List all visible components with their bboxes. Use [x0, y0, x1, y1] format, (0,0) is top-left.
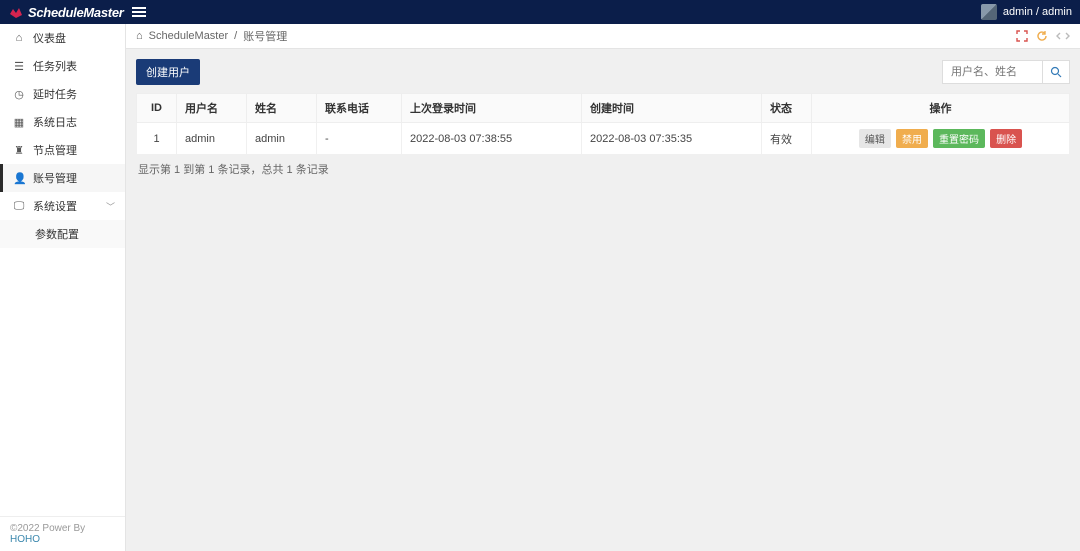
cell-id: 1	[137, 123, 177, 155]
brand-label: ScheduleMaster	[28, 5, 124, 20]
sidebar: ⌂ 仪表盘 ☰ 任务列表 ◷ 延时任务 ▦ 系统日志 ♜ 节点管理 👤 账号管理	[0, 24, 126, 551]
sidebar-item-label: 仪表盘	[33, 30, 66, 46]
brand[interactable]: ScheduleMaster	[8, 5, 124, 20]
sidebar-item-delayed[interactable]: ◷ 延时任务	[0, 80, 125, 108]
menu-toggle-icon[interactable]	[132, 7, 146, 17]
topbar: ScheduleMaster admin / admin	[0, 0, 1080, 24]
side-nav: ⌂ 仪表盘 ☰ 任务列表 ◷ 延时任务 ▦ 系统日志 ♜ 节点管理 👤 账号管理	[0, 24, 125, 516]
search-icon	[1050, 66, 1062, 78]
sidebar-item-settings[interactable]: 🖵 系统设置 ﹀	[0, 192, 125, 220]
content: 创建用户 ID 用户名 姓名 联系电话 上次登录时间 创建	[126, 49, 1080, 551]
toolbar: 创建用户	[136, 59, 1070, 85]
cell-lastlogin: 2022-08-03 07:38:55	[402, 123, 582, 155]
th-status: 状态	[762, 94, 812, 123]
refresh-icon[interactable]	[1036, 30, 1048, 42]
user-display[interactable]: admin / admin	[1003, 6, 1072, 18]
breadcrumb-current: 账号管理	[243, 28, 287, 44]
avatar[interactable]	[981, 4, 997, 20]
expand-icon[interactable]	[1056, 30, 1070, 42]
cell-phone: -	[317, 123, 402, 155]
chevron-down-icon: ﹀	[106, 200, 115, 213]
user-icon: 👤	[13, 172, 25, 185]
sidebar-item-accounts[interactable]: 👤 账号管理	[0, 164, 125, 192]
sidebar-item-label: 系统设置	[33, 198, 77, 214]
th-actions: 操作	[812, 94, 1070, 123]
table-header-row: ID 用户名 姓名 联系电话 上次登录时间 创建时间 状态 操作	[137, 94, 1070, 123]
list-icon: ☰	[13, 60, 25, 73]
delete-button[interactable]: 删除	[990, 129, 1022, 148]
th-created: 创建时间	[582, 94, 762, 123]
sidebar-item-label: 节点管理	[33, 142, 77, 158]
sidebar-item-label: 账号管理	[33, 170, 77, 186]
fullscreen-icon[interactable]	[1016, 30, 1028, 42]
disable-button[interactable]: 禁用	[896, 129, 928, 148]
topbar-right: admin / admin	[981, 4, 1072, 20]
nodes-icon: ♜	[13, 144, 25, 157]
th-id: ID	[137, 94, 177, 123]
search-input[interactable]	[942, 60, 1042, 84]
home-icon[interactable]: ⌂	[136, 30, 143, 42]
th-username: 用户名	[177, 94, 247, 123]
th-realname: 姓名	[247, 94, 317, 123]
search-button[interactable]	[1042, 60, 1070, 84]
main: ⌂ ScheduleMaster / 账号管理 创建用户	[126, 24, 1080, 551]
breadcrumb-root[interactable]: ScheduleMaster	[149, 30, 229, 42]
create-user-button[interactable]: 创建用户	[136, 59, 200, 85]
home-icon: ⌂	[13, 32, 25, 44]
cell-realname: admin	[247, 123, 317, 155]
cell-username: admin	[177, 123, 247, 155]
th-phone: 联系电话	[317, 94, 402, 123]
sidebar-item-nodes[interactable]: ♜ 节点管理	[0, 136, 125, 164]
cell-actions: 编辑 禁用 重置密码 删除	[812, 123, 1070, 155]
sidebar-item-dashboard[interactable]: ⌂ 仪表盘	[0, 24, 125, 52]
users-table: ID 用户名 姓名 联系电话 上次登录时间 创建时间 状态 操作 1 admin	[136, 93, 1070, 155]
table-row: 1 admin admin - 2022-08-03 07:38:55 2022…	[137, 123, 1070, 155]
monitor-icon: 🖵	[13, 200, 25, 213]
footer-prefix: ©2022 Power By	[10, 523, 85, 534]
sidebar-item-label: 延时任务	[33, 86, 77, 102]
reset-password-button[interactable]: 重置密码	[933, 129, 985, 148]
topbar-left: ScheduleMaster	[8, 5, 146, 20]
table-summary: 显示第 1 到第 1 条记录，总共 1 条记录	[136, 155, 1070, 183]
sidebar-subitem-label: 参数配置	[35, 229, 79, 241]
sidebar-footer: ©2022 Power By HOHO	[0, 516, 125, 551]
sidebar-item-tasks[interactable]: ☰ 任务列表	[0, 52, 125, 80]
th-lastlogin: 上次登录时间	[402, 94, 582, 123]
edit-button[interactable]: 编辑	[859, 129, 891, 148]
sidebar-item-label: 系统日志	[33, 114, 77, 130]
logo-icon	[8, 6, 24, 18]
cell-created: 2022-08-03 07:35:35	[582, 123, 762, 155]
breadcrumb-bar: ⌂ ScheduleMaster / 账号管理	[126, 24, 1080, 49]
breadcrumb-actions	[1016, 30, 1070, 42]
sidebar-subitem-params[interactable]: 参数配置	[0, 220, 125, 248]
grid-icon: ▦	[13, 116, 25, 129]
search-group	[942, 60, 1070, 84]
breadcrumb-sep: /	[234, 30, 237, 42]
sidebar-item-logs[interactable]: ▦ 系统日志	[0, 108, 125, 136]
sidebar-item-label: 任务列表	[33, 58, 77, 74]
clock-icon: ◷	[13, 88, 25, 101]
cell-status: 有效	[762, 123, 812, 155]
footer-link[interactable]: HOHO	[10, 534, 40, 545]
breadcrumb: ⌂ ScheduleMaster / 账号管理	[136, 28, 287, 44]
